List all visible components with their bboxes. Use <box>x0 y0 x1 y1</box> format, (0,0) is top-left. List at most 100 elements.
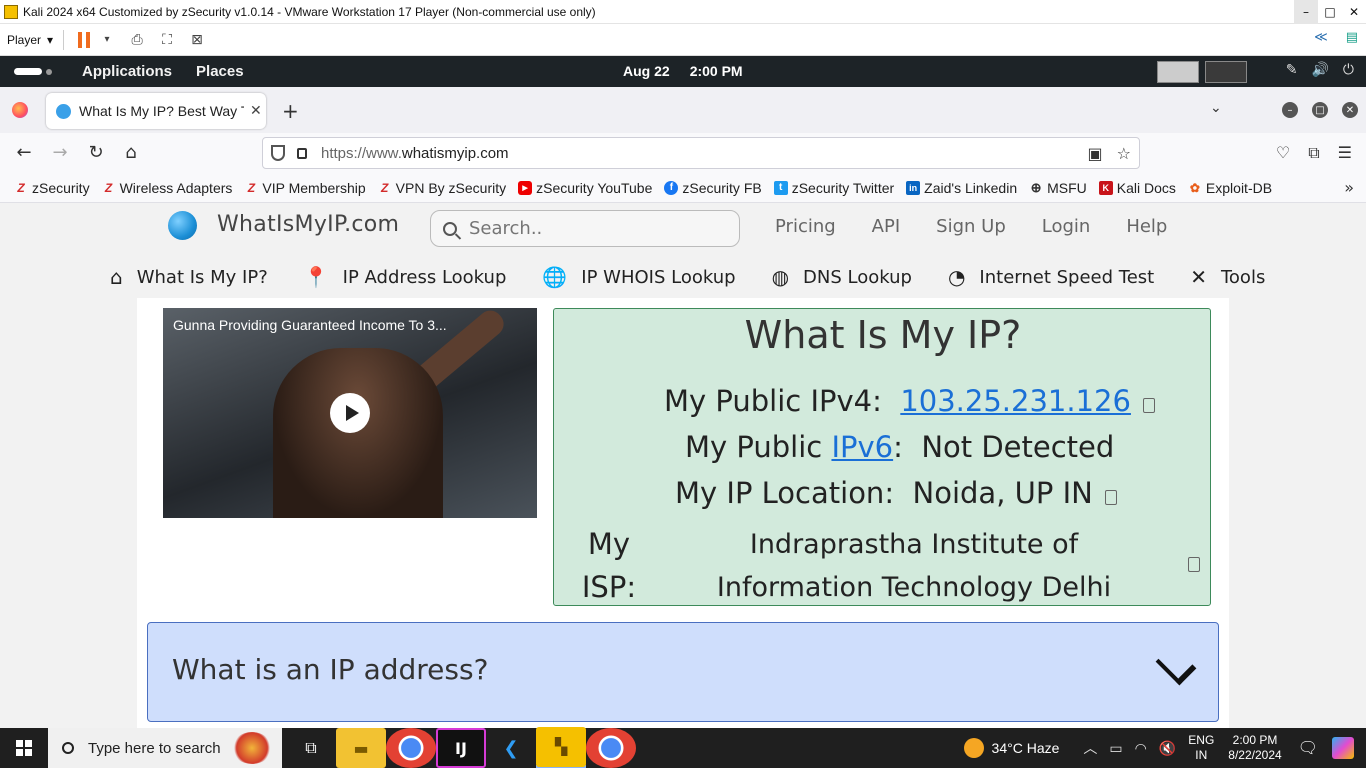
bookmark-item[interactable]: t zSecurity Twitter <box>773 180 894 196</box>
bookmark-star-icon[interactable]: ☆ <box>1117 144 1131 163</box>
player-menu[interactable]: Player ▾ <box>7 33 53 47</box>
vscode-icon[interactable]: ❮ <box>486 728 536 768</box>
bookmark-item[interactable]: Z Wireless Adapters <box>102 180 233 196</box>
bookmark-item[interactable]: in Zaid's Linkedin <box>906 180 1017 196</box>
places-menu[interactable]: Places <box>196 63 244 80</box>
send-ctrl-alt-del-icon[interactable]: ⎙ <box>128 31 146 49</box>
play-button[interactable] <box>330 393 370 433</box>
minimize-icon[interactable]: – <box>1282 102 1298 118</box>
more-bookmarks-icon[interactable]: » <box>1344 178 1354 197</box>
chrome-icon[interactable] <box>386 728 436 768</box>
chrome-profile-icon[interactable] <box>586 728 636 768</box>
close-tab-icon[interactable]: ✕ <box>250 103 262 119</box>
new-tab-button[interactable]: + <box>282 99 299 123</box>
faq-question[interactable]: What is an IP address? <box>172 653 488 686</box>
wifi-icon[interactable]: ◠ <box>1135 740 1147 757</box>
battery-icon[interactable]: ▭ <box>1109 740 1122 757</box>
vmware-taskbar-icon[interactable]: ▚ <box>536 726 586 768</box>
nav-ip-whois-lookup[interactable]: 🌐 IP WHOIS Lookup <box>542 265 735 289</box>
intellij-icon[interactable]: IJ <box>436 728 486 768</box>
minimize-button[interactable]: – <box>1294 0 1318 24</box>
nav-dns-lookup[interactable]: ◍ DNS Lookup <box>772 265 912 289</box>
home-icon[interactable]: ⌂ <box>121 142 141 163</box>
bookmark-item[interactable]: ⊕ MSFU <box>1029 180 1087 196</box>
copilot-icon[interactable] <box>1332 737 1354 759</box>
bookmark-item[interactable]: K Kali Docs <box>1098 180 1176 196</box>
panel-clock[interactable]: Aug 22 2:00 PM <box>623 63 743 79</box>
task-view-icon[interactable]: ⧉ <box>286 728 336 768</box>
help-link[interactable]: Help <box>1126 216 1167 237</box>
faq-accordion[interactable]: What is an IP address? <box>147 622 1219 722</box>
volume-icon[interactable]: 🔊 <box>1311 62 1328 78</box>
ipv6-row: My Public IPv6: Not Detected <box>685 430 1114 464</box>
workspace-indicator[interactable] <box>14 68 52 75</box>
firefox-icon[interactable] <box>12 102 28 118</box>
nav-ip-address-lookup[interactable]: 📍 IP Address Lookup <box>304 265 507 289</box>
workspace-1[interactable] <box>1157 61 1199 83</box>
input-language[interactable]: ENG IN <box>1188 733 1214 763</box>
vmware-logo-icon <box>4 4 18 19</box>
taskbar-clock[interactable]: 2:00 PM 8/22/2024 <box>1228 733 1281 763</box>
tracking-shield-icon[interactable] <box>271 145 285 161</box>
ipv6-link[interactable]: IPv6 <box>831 430 893 464</box>
fullscreen-icon[interactable]: ⛶ <box>158 31 176 49</box>
pause-icon[interactable] <box>78 31 92 48</box>
speaker-muted-icon[interactable]: 🔇 <box>1159 740 1176 757</box>
menu-icon[interactable]: ☰ <box>1338 143 1352 163</box>
bookmark-item[interactable]: ✿ Exploit-DB <box>1188 180 1272 196</box>
reader-view-icon[interactable]: ▣ <box>1088 144 1103 163</box>
login-link[interactable]: Login <box>1042 216 1091 237</box>
forward-icon[interactable]: → <box>50 142 70 163</box>
list-tabs-icon[interactable]: ⌄ <box>1210 100 1222 116</box>
color-picker-icon[interactable]: ✎ <box>1286 62 1298 78</box>
collapse-toolbar-icon[interactable]: ≪ <box>1314 30 1328 45</box>
site-search[interactable] <box>430 210 740 247</box>
show-hidden-icons-icon[interactable]: ︿ <box>1083 738 1097 758</box>
copy-icon[interactable] <box>1101 487 1117 505</box>
tab-whatismyip[interactable]: What Is My IP? Best Way To ✕ <box>46 93 266 129</box>
video-player[interactable]: Gunna Providing Guaranteed Income To 3..… <box>163 308 537 518</box>
search-highlight-icon[interactable] <box>232 732 272 764</box>
bookmark-item[interactable]: ZzSecurity <box>14 180 89 196</box>
nav-tools[interactable]: ✕ Tools <box>1190 265 1265 289</box>
workspace-2[interactable] <box>1205 61 1247 83</box>
bookmark-item[interactable]: Z VIP Membership <box>244 180 366 196</box>
copy-icon[interactable] <box>1139 395 1155 413</box>
search-input[interactable] <box>469 218 719 239</box>
applications-menu[interactable]: Applications <box>82 63 172 80</box>
taskbar-search[interactable]: Type here to search <box>48 728 282 768</box>
bookmark-item[interactable]: ▶ zSecurity YouTube <box>518 180 652 196</box>
url-bar[interactable]: https://www.whatismyip.com ▣ ☆ <box>262 137 1140 169</box>
pause-dropdown-icon[interactable]: ▾ <box>98 31 116 49</box>
back-icon[interactable]: ← <box>14 142 34 163</box>
notifications-icon[interactable]: 🗨 <box>1298 738 1318 758</box>
start-button[interactable] <box>0 728 48 768</box>
pocket-icon[interactable]: ♡ <box>1276 143 1290 163</box>
bookmark-item[interactable]: Z VPN By zSecurity <box>378 180 506 196</box>
maximize-button[interactable]: □ <box>1318 0 1342 24</box>
file-explorer-icon[interactable]: ▬ <box>336 728 386 768</box>
power-icon[interactable]: ⏻ <box>1343 62 1354 78</box>
weather-widget[interactable]: 34°C Haze <box>963 738 1059 758</box>
nav-what-is-my-ip[interactable]: ⌂ What Is My IP? <box>110 265 268 289</box>
bookmark-item[interactable]: f zSecurity FB <box>664 180 762 196</box>
site-logo-icon[interactable] <box>168 211 197 240</box>
maximize-icon[interactable]: □ <box>1312 102 1328 118</box>
close-icon[interactable]: ✕ <box>1342 102 1358 118</box>
lock-icon[interactable] <box>297 147 307 159</box>
sign-up-link[interactable]: Sign Up <box>936 216 1006 237</box>
extensions-icon[interactable]: ⧉ <box>1308 143 1319 163</box>
close-button[interactable]: ✕ <box>1342 0 1366 24</box>
site-name[interactable]: WhatIsMyIP.com <box>217 212 399 237</box>
api-link[interactable]: API <box>872 216 900 237</box>
pricing-link[interactable]: Pricing <box>775 216 836 237</box>
video-title[interactable]: Gunna Providing Guaranteed Income To 3..… <box>173 317 447 333</box>
url-text[interactable]: https://www.whatismyip.com <box>321 145 509 162</box>
chevron-down-icon[interactable] <box>1155 644 1197 686</box>
reload-icon[interactable]: ↻ <box>86 142 106 163</box>
copy-icon[interactable] <box>1185 554 1200 572</box>
notes-icon[interactable]: ▤ <box>1346 30 1358 45</box>
unity-icon[interactable]: ⊠ <box>188 31 206 49</box>
ipv4-value-link[interactable]: 103.25.231.126 <box>900 384 1131 418</box>
nav-internet-speed-test[interactable]: ◔ Internet Speed Test <box>948 265 1154 289</box>
